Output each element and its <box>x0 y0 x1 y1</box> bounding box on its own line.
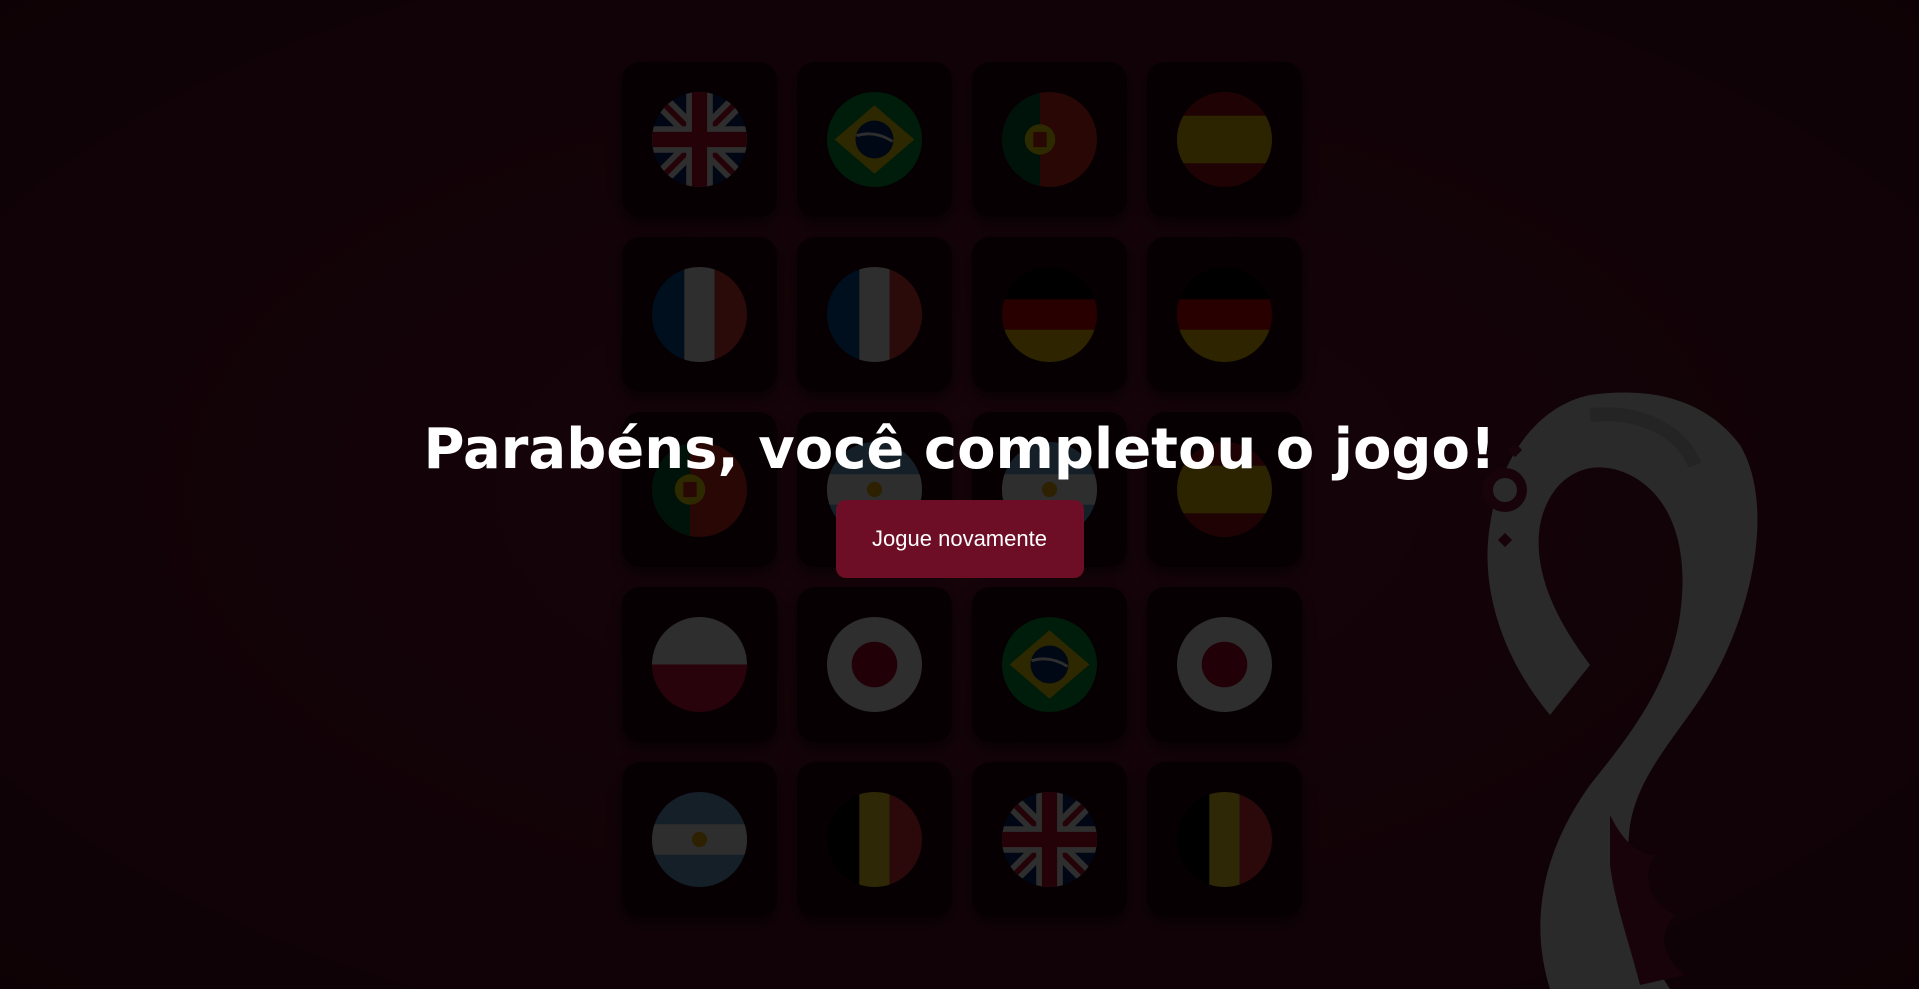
game-screen: Parabéns, você completou o jogo! Jogue n… <box>0 0 1919 989</box>
play-again-button[interactable]: Jogue novamente <box>835 500 1084 578</box>
win-message: Parabéns, você completou o jogo! <box>423 417 1496 482</box>
win-panel: Parabéns, você completou o jogo! Jogue n… <box>0 410 1919 578</box>
